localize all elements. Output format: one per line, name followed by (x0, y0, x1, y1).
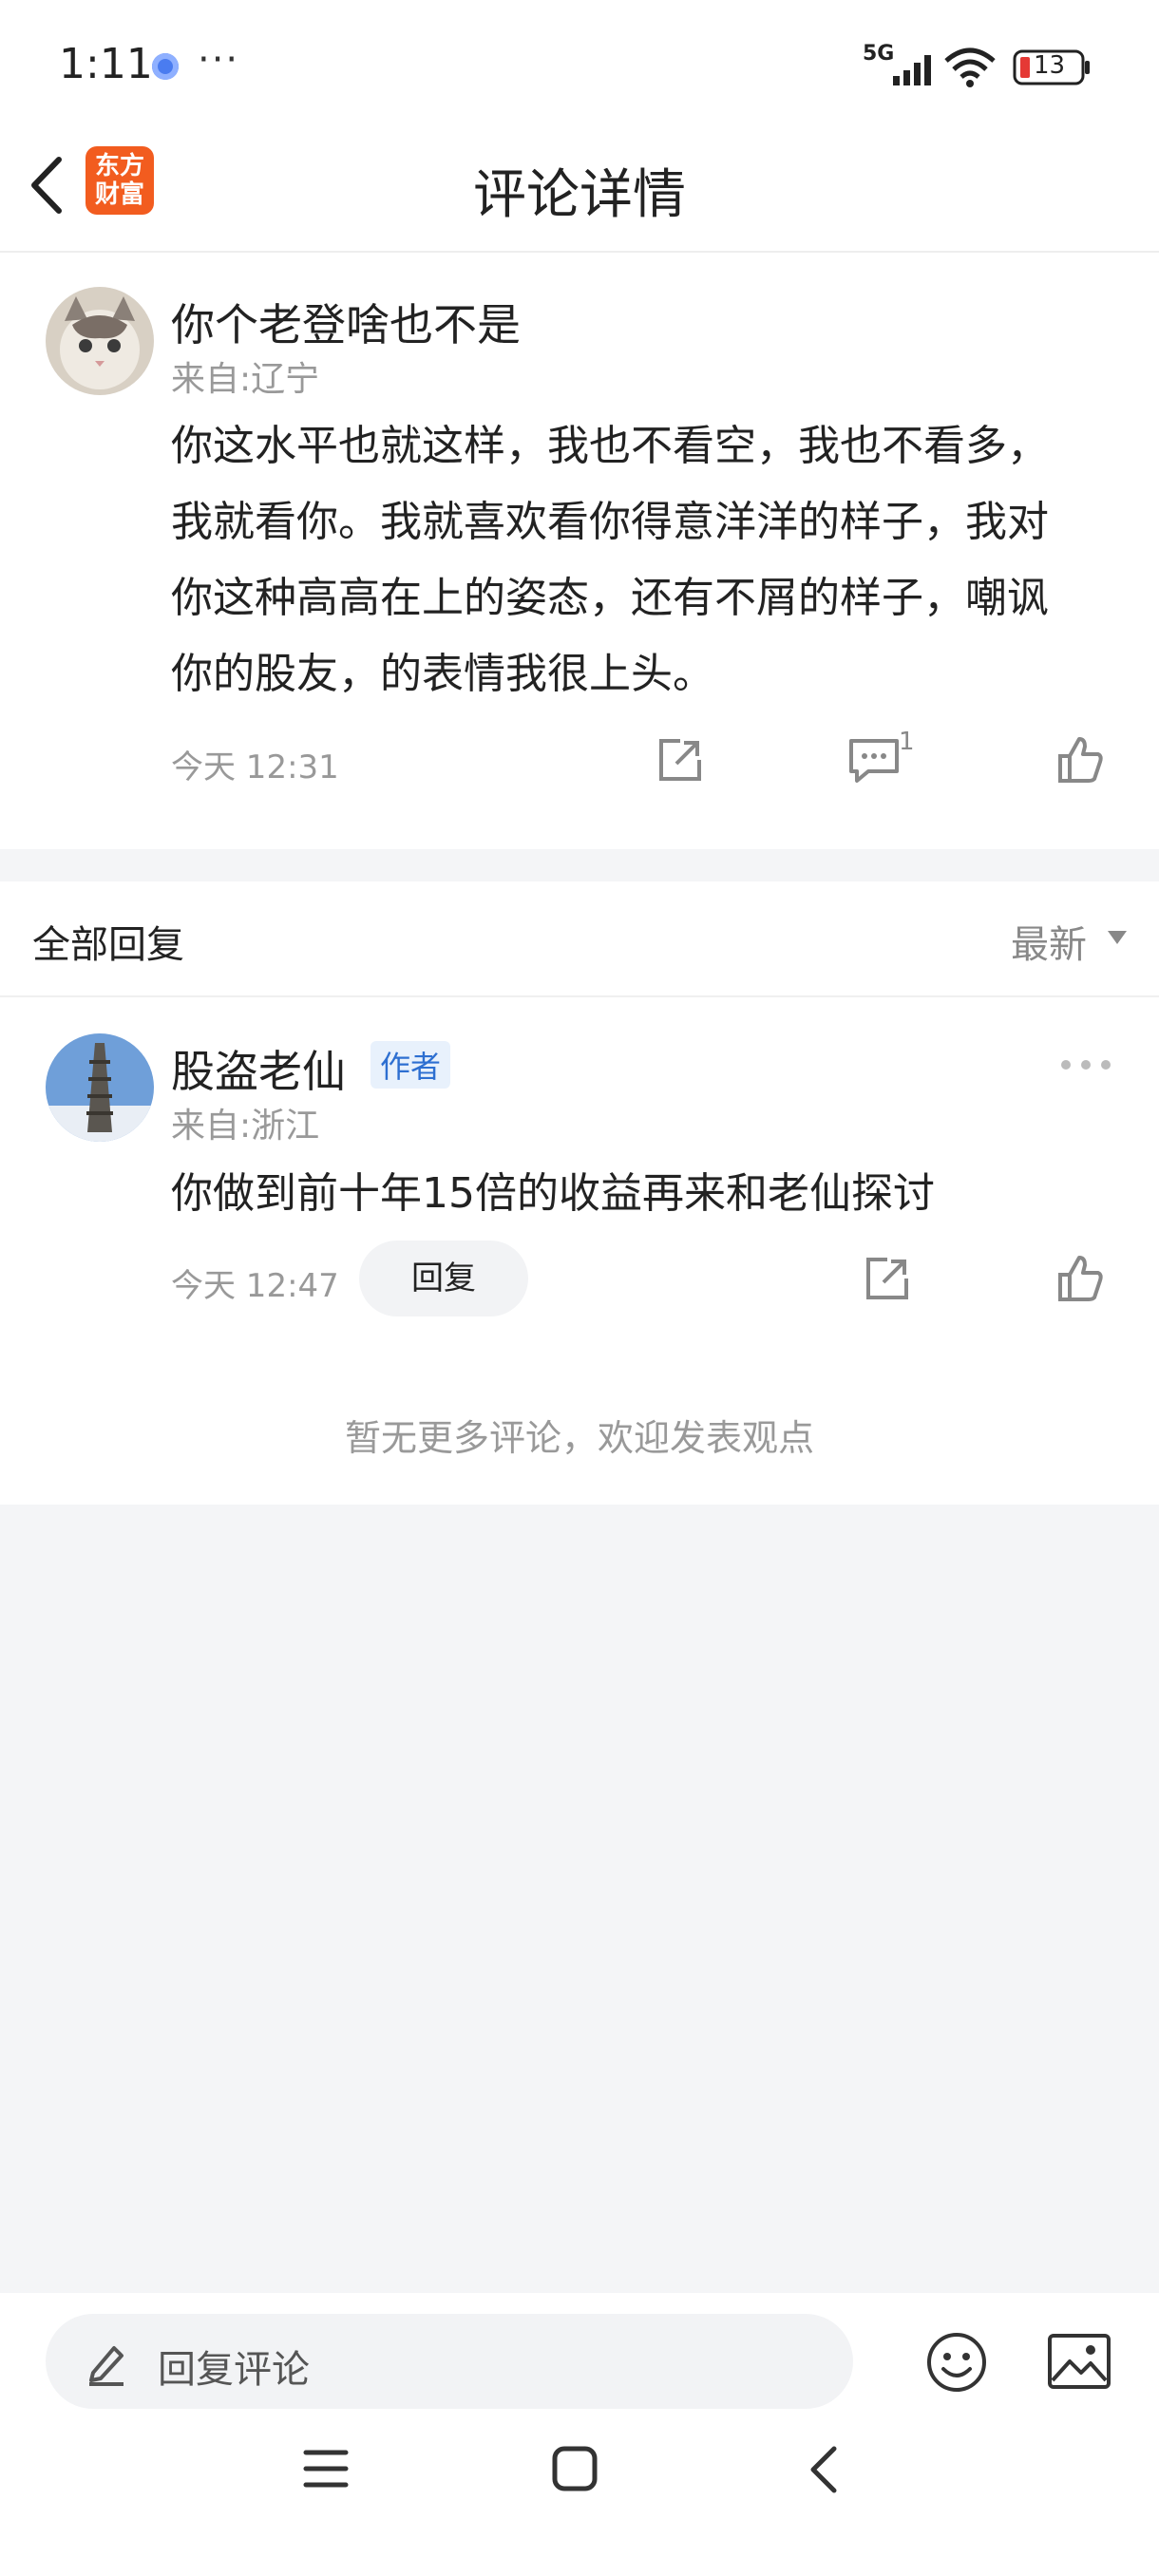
like-icon[interactable] (1054, 1254, 1104, 1303)
comment-location: 来自:辽宁 (171, 360, 320, 399)
home-icon[interactable] (551, 2445, 598, 2492)
reply-location: 来自:浙江 (171, 1107, 320, 1146)
comment-line: 我就看你。我就喜欢看你得意洋洋的样子，我对 (171, 498, 1049, 546)
reply-button[interactable]: 回复 (359, 1241, 528, 1316)
comment-line: 你这水平也就这样，我也不看空，我也不看多， (171, 422, 1049, 470)
reply-count: 1 (899, 728, 915, 756)
author-badge: 作者 (370, 1041, 451, 1089)
sort-dropdown[interactable]: 最新 (1011, 914, 1087, 969)
avatar[interactable] (46, 287, 154, 395)
no-more-comments: 暂无更多评论，欢迎发表观点 (344, 1417, 814, 1459)
comment-line: 你这种高高在上的姿态，还有不屑的样子，嘲讽 (171, 574, 1049, 622)
battery-level: 13 (1034, 51, 1066, 80)
nav-back-icon[interactable] (804, 2445, 842, 2494)
cat-avatar-icon (46, 287, 154, 395)
share-icon[interactable] (863, 1254, 912, 1303)
pencil-icon (89, 2346, 124, 2386)
replies-title: 全部回复 (32, 923, 184, 967)
replies-section: 全部回复 最新 股盗老仙 作者 来自:浙江 你做到前十年15倍的收益再来和老仙探… (0, 881, 1159, 1505)
menu-icon[interactable] (302, 2447, 350, 2491)
comment-username[interactable]: 你个老登啥也不是 (171, 291, 521, 353)
reply-input-placeholder: 回复评论 (158, 2348, 310, 2392)
like-icon[interactable] (1054, 735, 1104, 785)
status-bar: 1:11 ··· 5G 13 (0, 0, 1159, 133)
wifi-icon (944, 47, 996, 87)
chevron-down-icon[interactable] (1106, 929, 1129, 946)
status-more-icon: ··· (198, 38, 240, 82)
reply-avatar[interactable] (46, 1033, 154, 1142)
share-icon[interactable] (656, 735, 705, 785)
comment-line: 你的股友，的表情我很上头。 (171, 650, 714, 698)
bottom-bar: 回复评论 (0, 2293, 1159, 2576)
comment-icon[interactable] (847, 737, 901, 785)
reply-time: 今天 12:47 (171, 1267, 339, 1305)
status-time: 1:11 (59, 40, 153, 88)
emoji-icon[interactable] (925, 2331, 988, 2394)
author-badge-label: 作者 (370, 1041, 451, 1089)
reply-username[interactable]: 股盗老仙 (171, 1037, 346, 1100)
main-comment: 你个老登啥也不是 来自:辽宁 你这水平也就这样，我也不看空，我也不看多， 我就看… (0, 253, 1159, 849)
app-notification-icon (152, 53, 179, 80)
app-header: 东方 财富 评论详情 (0, 133, 1159, 253)
comment-content: 你这水平也就这样，我也不看空，我也不看多， 我就看你。我就喜欢看你得意洋洋的样子… (171, 408, 1130, 712)
divider (0, 995, 1159, 997)
comment-time: 今天 12:31 (171, 748, 339, 786)
more-options-icon[interactable] (1060, 1058, 1112, 1071)
reply-comment-input[interactable]: 回复评论 (46, 2314, 853, 2409)
tower-avatar-icon (46, 1033, 154, 1142)
page-title: 评论详情 (473, 164, 686, 226)
signal-icon (893, 55, 931, 85)
image-icon[interactable] (1047, 2333, 1112, 2390)
reply-text: 你做到前十年15倍的收益再来和老仙探讨 (171, 1169, 935, 1218)
